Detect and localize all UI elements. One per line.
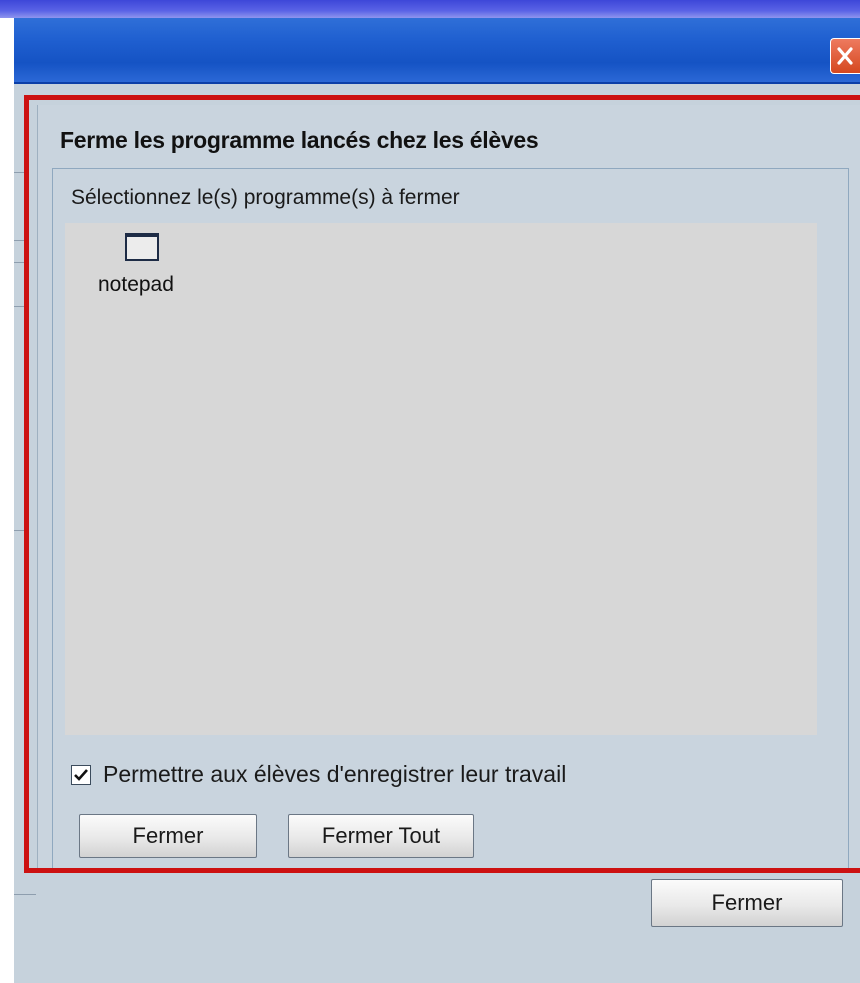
divider xyxy=(14,894,36,895)
slide-background xyxy=(0,0,860,18)
slide-margin xyxy=(0,18,14,983)
close-dialog-button[interactable]: Fermer xyxy=(651,879,843,927)
close-icon[interactable] xyxy=(830,38,860,74)
title-bar[interactable] xyxy=(14,18,860,84)
highlight-frame xyxy=(24,95,860,873)
